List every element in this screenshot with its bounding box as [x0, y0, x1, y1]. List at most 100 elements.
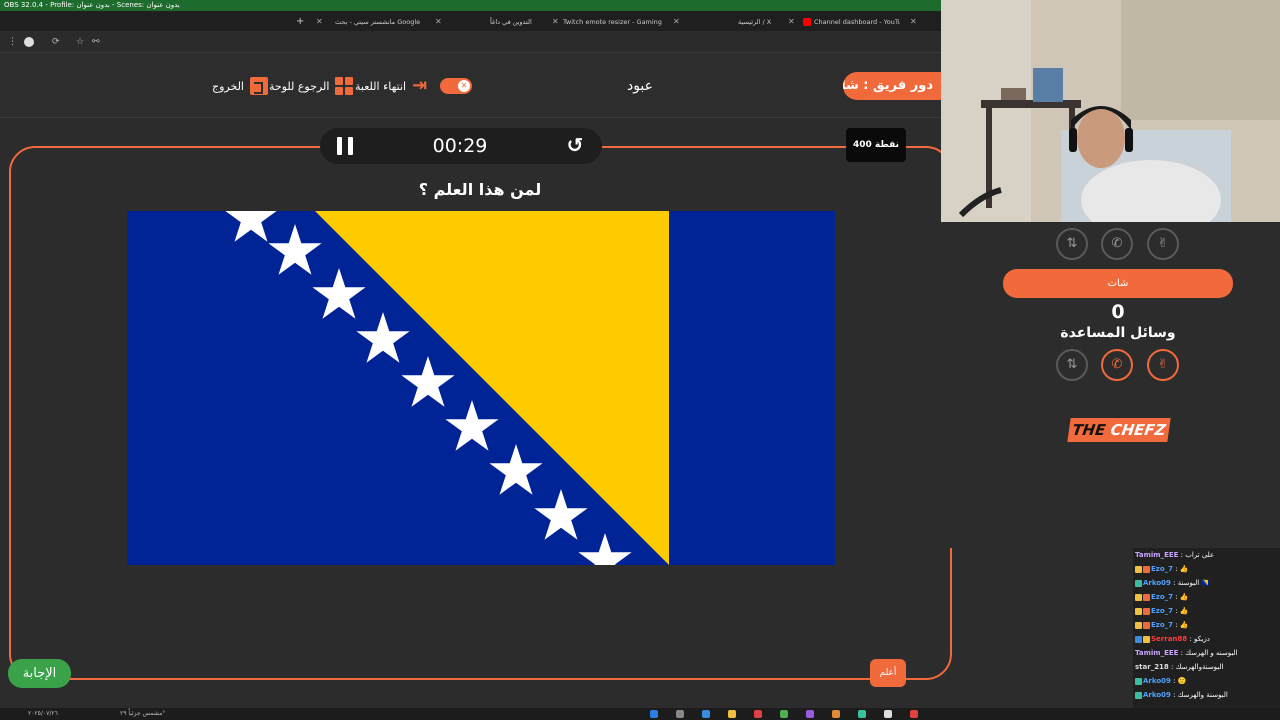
game-header: الخروج الرجوع للوحة ⇥ انتهاء اللعبة عبود…	[0, 53, 953, 118]
profile-icon[interactable]	[24, 37, 34, 47]
chat-text: : البوسنة 🇧🇦	[1173, 579, 1211, 587]
chat-username: Serran88	[1151, 635, 1188, 643]
pause-icon[interactable]	[337, 137, 353, 155]
menu-icon[interactable]: ⋮	[8, 35, 17, 49]
chat-overlay: Tamim_EEE : على تراب Ezo_7 : 👍 Arko09 : …	[1133, 548, 1280, 708]
restart-icon[interactable]: ↺	[563, 133, 587, 157]
address-bar: ⋮ ⟳ ☆ ⚯	[0, 31, 941, 53]
badge-icon	[1135, 621, 1142, 629]
chat-text: : 👍	[1175, 607, 1189, 615]
badge-icon	[1135, 635, 1142, 643]
obs-title: OBS 32.0.4 - Profile: بدون عنوان - Scene…	[4, 1, 180, 9]
chat-message: Tamim_EEE : على تراب	[1135, 548, 1278, 562]
chat-message: Tamim_EEE : البوسنه و الهرسك	[1135, 646, 1278, 660]
chat-text: : 👍	[1175, 593, 1189, 601]
extension-icon[interactable]: ⚯	[92, 35, 100, 49]
tab-youtube[interactable]: Channel dashboard - YouTube	[800, 14, 900, 30]
exit-button[interactable]: الخروج	[212, 75, 268, 97]
app-icon[interactable]	[910, 710, 918, 718]
sponsor-logo: THE CHEFZ	[1067, 418, 1171, 442]
tab-label: Channel dashboard - YouTube	[814, 18, 900, 26]
chat-username: Ezo_7	[1151, 607, 1174, 615]
exit-icon	[250, 77, 268, 95]
close-icon[interactable]: ✕	[788, 14, 795, 30]
i-know-button[interactable]: أعلم	[870, 659, 906, 687]
badge-icon	[1143, 621, 1150, 629]
answer-button[interactable]: الإجابة	[8, 659, 71, 688]
taskbar-weather: مشمس جزئياً ٢٩°	[120, 710, 166, 717]
back-to-board-button[interactable]: الرجوع للوحة	[269, 75, 354, 97]
close-icon[interactable]: ✕	[910, 14, 917, 30]
board-label: الرجوع للوحة	[269, 79, 330, 93]
chat-text: : البوسنةوالهرسك	[1171, 663, 1224, 671]
chat-text: : على تراب	[1180, 551, 1215, 559]
chat-text: : البوسنه و الهرسك	[1180, 649, 1238, 657]
app-icon[interactable]	[650, 710, 658, 718]
app-icon[interactable]	[702, 710, 710, 718]
swap-icon[interactable]: ⇅	[1056, 228, 1088, 260]
chat-message: Arko09 : البوسنة والهرسك	[1135, 688, 1278, 702]
timer-bar: 00:29 ↺	[320, 128, 602, 164]
app-icon[interactable]	[728, 710, 736, 718]
timer-display: 00:29	[432, 135, 488, 157]
tab-label: الرئيسية / X	[738, 18, 772, 26]
badge-icon	[1135, 677, 1142, 685]
app-icon[interactable]	[884, 710, 892, 718]
badge-icon	[1143, 593, 1150, 601]
chat-message: Ezo_7 : 👍	[1135, 604, 1278, 618]
chat-message: Ezo_7 : 👍	[1135, 590, 1278, 604]
screen: OBS 32.0.4 - Profile: بدون عنوان - Scene…	[0, 0, 1280, 720]
taskbar-date: ٢٠٢٥/٠٧/٢٦	[28, 710, 58, 717]
arrow-exit-icon: ⇥	[412, 75, 428, 96]
end-game-button[interactable]: ⇥ انتهاء اللعبة	[355, 75, 427, 97]
tab-x[interactable]: الرئيسية / X	[738, 14, 788, 30]
close-icon[interactable]: ✕	[435, 14, 442, 30]
app-icon[interactable]	[832, 710, 840, 718]
obs-title-bar: OBS 32.0.4 - Profile: بدون عنوان - Scene…	[0, 0, 941, 11]
right-panel: ⇅ ✆ ✌ شات 0 وسائل المساعدة ⇅ ✆ ✌ THE CHE…	[941, 222, 1280, 548]
end-game-label: انتهاء اللعبة	[355, 79, 407, 93]
app-icon[interactable]	[806, 710, 814, 718]
logo-text-chefz: CHEFZ	[1109, 421, 1167, 439]
team-turn-badge: دور فريق : شات	[843, 72, 953, 100]
exit-label: الخروج	[212, 79, 244, 93]
webcam-feed	[941, 0, 1280, 222]
tab-label: التدوين في داغاً	[490, 18, 532, 26]
peace-hand-icon[interactable]: ✌	[1147, 349, 1179, 381]
app-icon[interactable]	[858, 710, 866, 718]
aids-label: وسائل المساعدة	[1060, 325, 1176, 341]
question-text: لمن هذا العلم ؟	[418, 180, 542, 199]
chat-text: : 👍	[1175, 621, 1189, 629]
logo-text-the: THE	[1071, 421, 1107, 439]
tab-twitch[interactable]: Twitch emote resizer - Gaming	[563, 14, 663, 30]
close-icon[interactable]: ✕	[316, 14, 323, 30]
tab-blog[interactable]: التدوين في داغاً	[490, 14, 548, 30]
new-tab-button[interactable]: +	[296, 14, 304, 30]
refresh-icon[interactable]: ⟳	[52, 35, 60, 49]
taskbar: ٢٠٢٥/٠٧/٢٦ مشمس جزئياً ٢٩°	[0, 708, 1280, 720]
chat-username: Arko09	[1143, 691, 1171, 699]
star-icon[interactable]: ☆	[76, 35, 84, 49]
swap-icon[interactable]: ⇅	[1056, 349, 1088, 381]
tab-google[interactable]: مانشستر سيتي - بحث Google	[335, 14, 430, 30]
app-icon[interactable]	[780, 710, 788, 718]
game-toggle[interactable]	[440, 78, 472, 94]
badge-icon	[1135, 607, 1142, 615]
badge-icon	[1135, 565, 1142, 573]
phone-icon[interactable]: ✆	[1101, 228, 1133, 260]
chat-username: Ezo_7	[1151, 565, 1174, 573]
chat-message: Arko09 : البوسنة 🇧🇦	[1135, 576, 1278, 590]
youtube-icon	[803, 18, 811, 26]
app-icon[interactable]	[676, 710, 684, 718]
close-icon[interactable]: ✕	[552, 14, 559, 30]
badge-icon	[1135, 593, 1142, 601]
peace-hand-icon[interactable]: ✌	[1147, 228, 1179, 260]
badge-icon	[1135, 691, 1142, 699]
phone-icon[interactable]: ✆	[1101, 349, 1133, 381]
chat-team-button[interactable]: شات	[1003, 269, 1233, 298]
points-badge: 400 نقطة	[846, 128, 906, 162]
badge-icon	[1143, 565, 1150, 573]
close-icon[interactable]: ✕	[673, 14, 680, 30]
tab-label: Twitch emote resizer - Gaming	[563, 18, 662, 26]
app-icon[interactable]	[754, 710, 762, 718]
